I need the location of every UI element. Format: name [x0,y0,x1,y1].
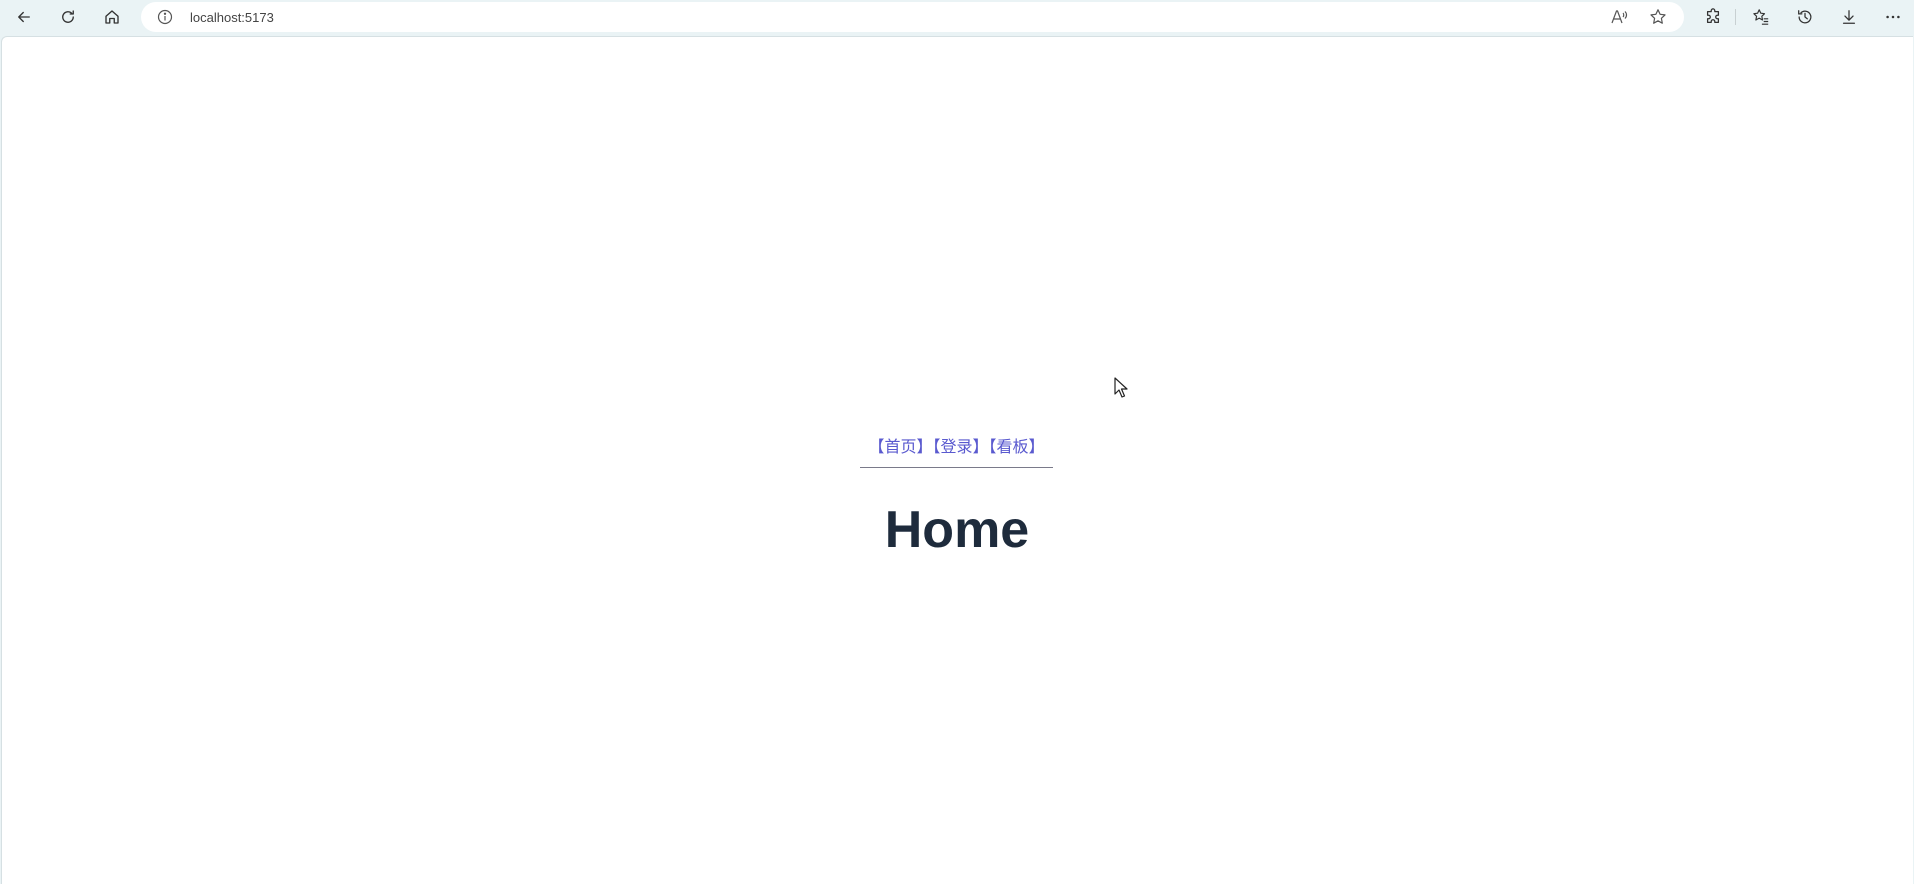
read-aloud-icon[interactable] [1610,8,1628,26]
nav-link-login[interactable]: 【登录】 [932,437,988,456]
home-icon[interactable] [96,4,128,30]
history-icon[interactable] [1794,6,1816,28]
address-bar[interactable]: localhost:5173 [141,2,1684,32]
refresh-icon[interactable] [52,4,84,30]
page-title: Home [884,501,1030,559]
info-icon[interactable] [157,9,173,25]
nav-divider [860,467,1053,468]
more-icon[interactable] [1882,6,1904,28]
toolbar-divider [1735,9,1736,25]
browser-toolbar: localhost:5173 [0,0,1914,34]
star-icon[interactable] [1649,8,1667,26]
mouse-cursor-icon [1114,377,1128,398]
url-text[interactable]: localhost:5173 [190,10,274,25]
favorites-icon[interactable] [1750,6,1772,28]
page-viewport [1,36,1913,884]
nav-link-home[interactable]: 【首页】 [868,437,932,456]
back-arrow-icon[interactable] [8,4,40,30]
nav-link-dashboard[interactable]: 【看板】 [989,437,1045,456]
nav-links: 【首页】【登录】【看板】 [860,436,1053,458]
extensions-icon[interactable] [1702,6,1724,28]
download-icon[interactable] [1838,6,1860,28]
